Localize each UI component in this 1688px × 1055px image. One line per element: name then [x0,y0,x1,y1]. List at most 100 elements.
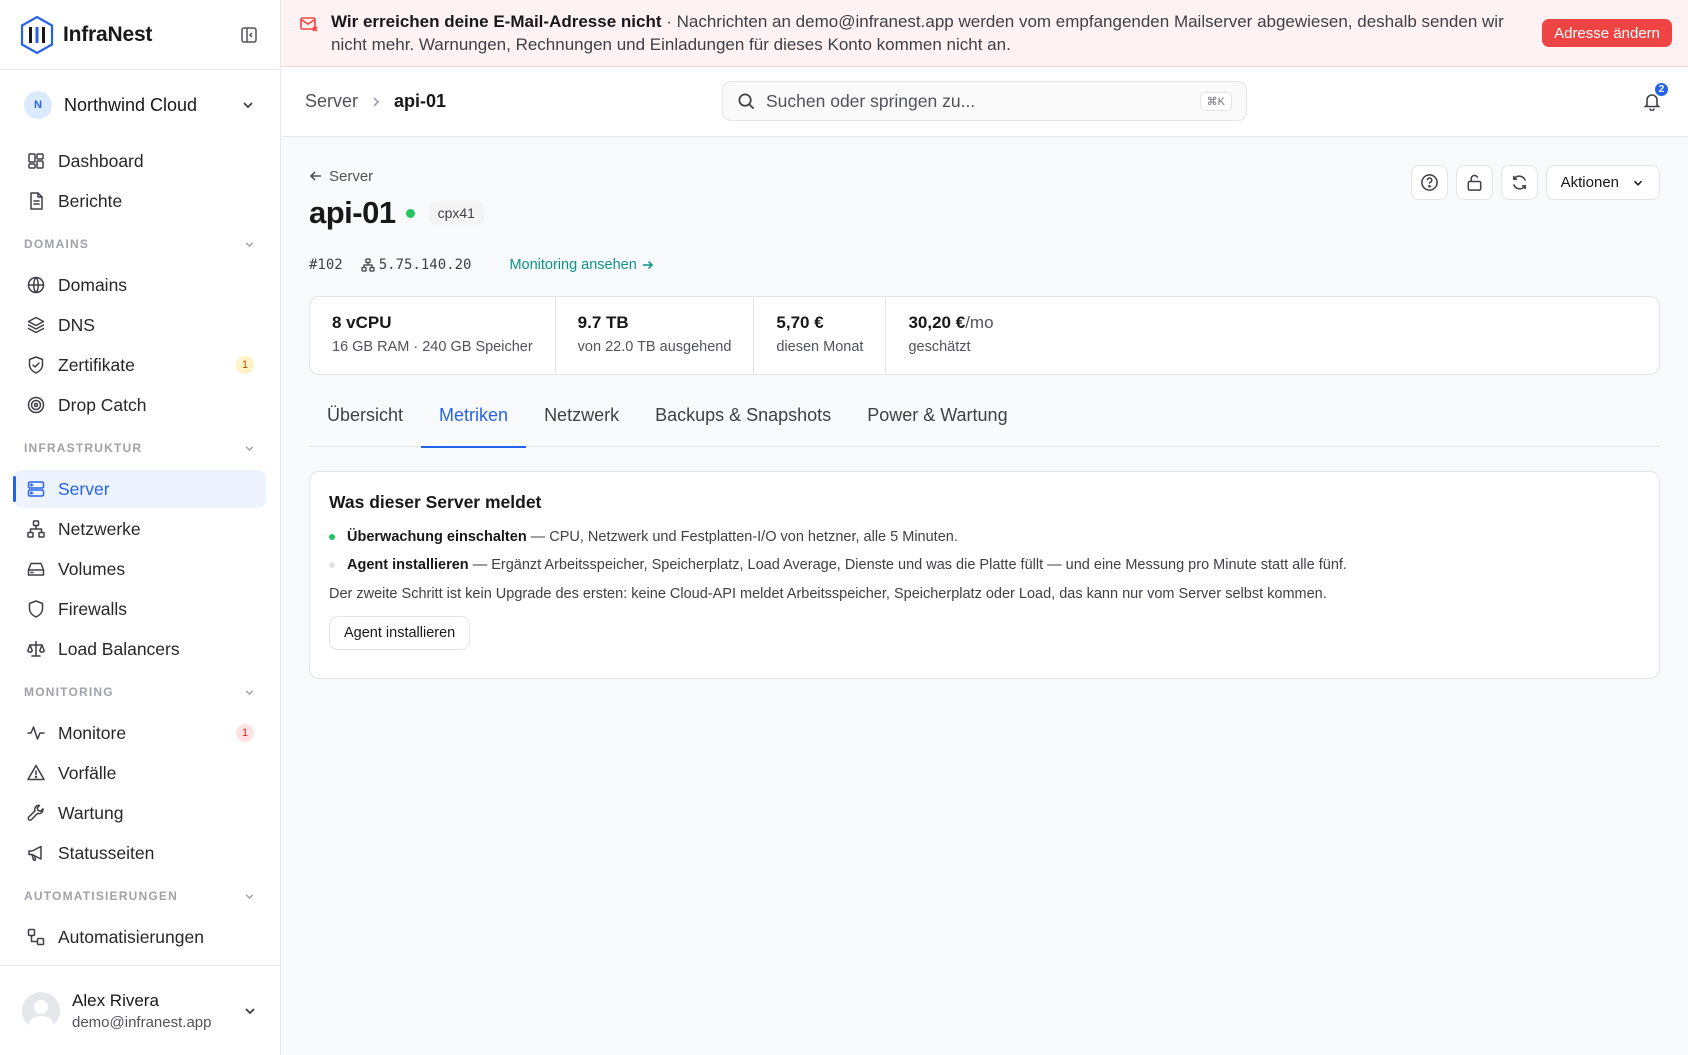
sidebar-item-dashboard[interactable]: Dashboard [14,142,266,180]
tab-netzwerk[interactable]: Netzwerk [526,399,637,447]
sidebar-item-label: Statusseiten [58,842,155,863]
sidebar-item-label: Dashboard [58,150,144,171]
search-input[interactable]: Suchen oder springen zu... ⌘K [722,81,1247,121]
sidebar-item-label: Wartung [58,802,124,823]
section-title: MONITORING [24,685,114,699]
user-email: demo@infranest.app [72,1013,212,1031]
list-item: Agent installieren — Ergänzt Arbeitsspei… [329,557,1640,573]
back-label: Server [329,167,374,185]
banner-title: Wir erreichen deine E-Mail-Adresse nicht [331,12,662,31]
chevron-down-icon [245,241,254,247]
sidebar-item-dns[interactable]: DNS [14,306,266,344]
org-avatar: N [24,91,52,119]
section-header-domains[interactable]: DOMAINS [0,224,280,264]
breadcrumb: Server api-01 [305,91,446,112]
server-ip: 5.75.140.20 [361,257,472,273]
chevron-down-icon [243,102,253,109]
sidebar-item-automatisierungen[interactable]: Automatisierungen [14,918,266,956]
sidebar-item-wartung[interactable]: Wartung [14,794,266,832]
chevron-down-icon [245,445,254,451]
sidebar-item-domains[interactable]: Domains [14,266,266,304]
section-header-automatisierungen[interactable]: AUTOMATISIERUNGEN [0,876,280,916]
monitoring-link[interactable]: Monitoring ansehen [509,257,653,273]
tab-power-wartung[interactable]: Power & Wartung [849,399,1025,447]
sidebar-item-statusseiten[interactable]: Statusseiten [14,834,266,872]
stat-value: 9.7 TB [577,313,629,332]
lock-button[interactable] [1455,165,1493,200]
sidebar-item-label: Domains [58,274,128,295]
globe-icon [27,276,45,294]
sidebar-item-label: Zertifikate [58,354,135,375]
stat-item: 9.7 TB von 22.0 TB ausgehend [556,297,755,374]
sidebar-toggle-icon [241,26,257,43]
refresh-button[interactable] [1500,165,1538,200]
bullet-dot [329,534,335,540]
tab-bar: Übersicht Metriken Netzwerk Backups & Snaps… [309,399,1660,448]
server-id: #102 [309,257,343,273]
tab-übersicht[interactable]: Übersicht [309,399,421,447]
network-icon [27,520,45,538]
sidebar-item-label: Vorfälle [58,762,117,783]
stat-label: 16 GB RAM · 240 GB Speicher [332,339,533,355]
chevron-down-icon [245,893,254,899]
notification-count-badge: 2 [1653,81,1670,98]
topbar: Server api-01 Suchen oder springen zu...… [281,67,1688,137]
drive-icon [27,562,45,576]
shield-icon [28,600,44,618]
chevron-right-icon [373,96,380,107]
status-dot [405,208,415,218]
sidebar-item-monitore[interactable]: Monitore 1 [14,714,266,752]
sidebar-item-label: Berichte [58,190,123,211]
count-badge: 1 [236,724,254,742]
infranest-logo-icon [20,15,54,54]
org-switcher[interactable]: N Northwind Cloud [0,70,280,140]
help-button[interactable] [1410,165,1448,200]
sidebar-item-berichte[interactable]: Berichte [14,182,266,220]
breadcrumb-current: api-01 [394,91,447,111]
change-address-button[interactable]: Adresse ändern [1542,19,1672,47]
arrow-right-icon [642,260,653,270]
app-name: InfraNest [63,22,153,46]
tab-backups-snapshots[interactable]: Backups & Snapshots [637,399,849,447]
notifications-button[interactable]: 2 [1642,81,1670,116]
stat-value: 5,70 € [776,313,824,332]
server-detail: Server api-01 cpx41 Aktionen #102 5.75.1… [281,137,1688,679]
sidebar-item-label: Drop Catch [58,394,147,415]
server-ip-value: 5.75.140.20 [378,257,472,273]
breadcrumb-parent[interactable]: Server [305,91,358,112]
sidebar-item-drop-catch[interactable]: Drop Catch [14,386,266,424]
tab-metriken[interactable]: Metriken [421,399,527,448]
bullet-text: — CPU, Netzwerk und Festplatten-I/O von … [526,529,958,545]
avatar [22,991,60,1030]
sidebar-item-label: Load Balancers [58,638,180,659]
megaphone-icon [28,845,42,861]
sidebar-item-firewalls[interactable]: Firewalls [14,590,266,628]
bullet-title: Agent installieren [347,557,469,573]
sidebar-item-label: DNS [58,314,95,335]
header-actions: Aktionen [1410,165,1660,200]
sidebar-item-zertifikate[interactable]: Zertifikate 1 [14,346,266,384]
search-icon [738,93,755,109]
sidebar-item-netzwerke[interactable]: Netzwerke [14,510,266,548]
report-icon [30,192,43,210]
metrics-panel: Was dieser Server meldet Überwachung ein… [309,471,1660,679]
sidebar-item-label: Volumes [58,558,126,579]
sidebar-item-load-balancers[interactable]: Load Balancers [14,630,266,668]
section-header-infrastruktur[interactable]: INFRASTRUKTUR [0,428,280,468]
email-warning-banner: Wir erreichen deine E-Mail-Adresse nicht… [281,0,1688,67]
sidebar-item-vorfälle[interactable]: Vorfälle [14,754,266,792]
sidebar-item-label: Automatisierungen [58,926,204,947]
server-meta: #102 5.75.140.20 Monitoring ansehen [309,257,1660,273]
stat-label: von 22.0 TB ausgehend [577,339,732,355]
collapse-sidebar-button[interactable] [238,24,260,46]
sidebar-item-server[interactable]: Server [13,470,266,508]
section-header-monitoring[interactable]: MONITORING [0,672,280,712]
mail-x-icon [300,17,318,32]
install-agent-button[interactable]: Agent installieren [329,616,471,650]
user-menu[interactable]: Alex Rivera demo@infranest.app [0,965,280,1055]
sidebar-item-volumes[interactable]: Volumes [14,550,266,588]
chevron-down-icon [245,689,254,695]
count-badge: 1 [236,356,254,374]
actions-dropdown[interactable]: Aktionen [1545,165,1660,200]
actions-label: Aktionen [1560,174,1619,191]
